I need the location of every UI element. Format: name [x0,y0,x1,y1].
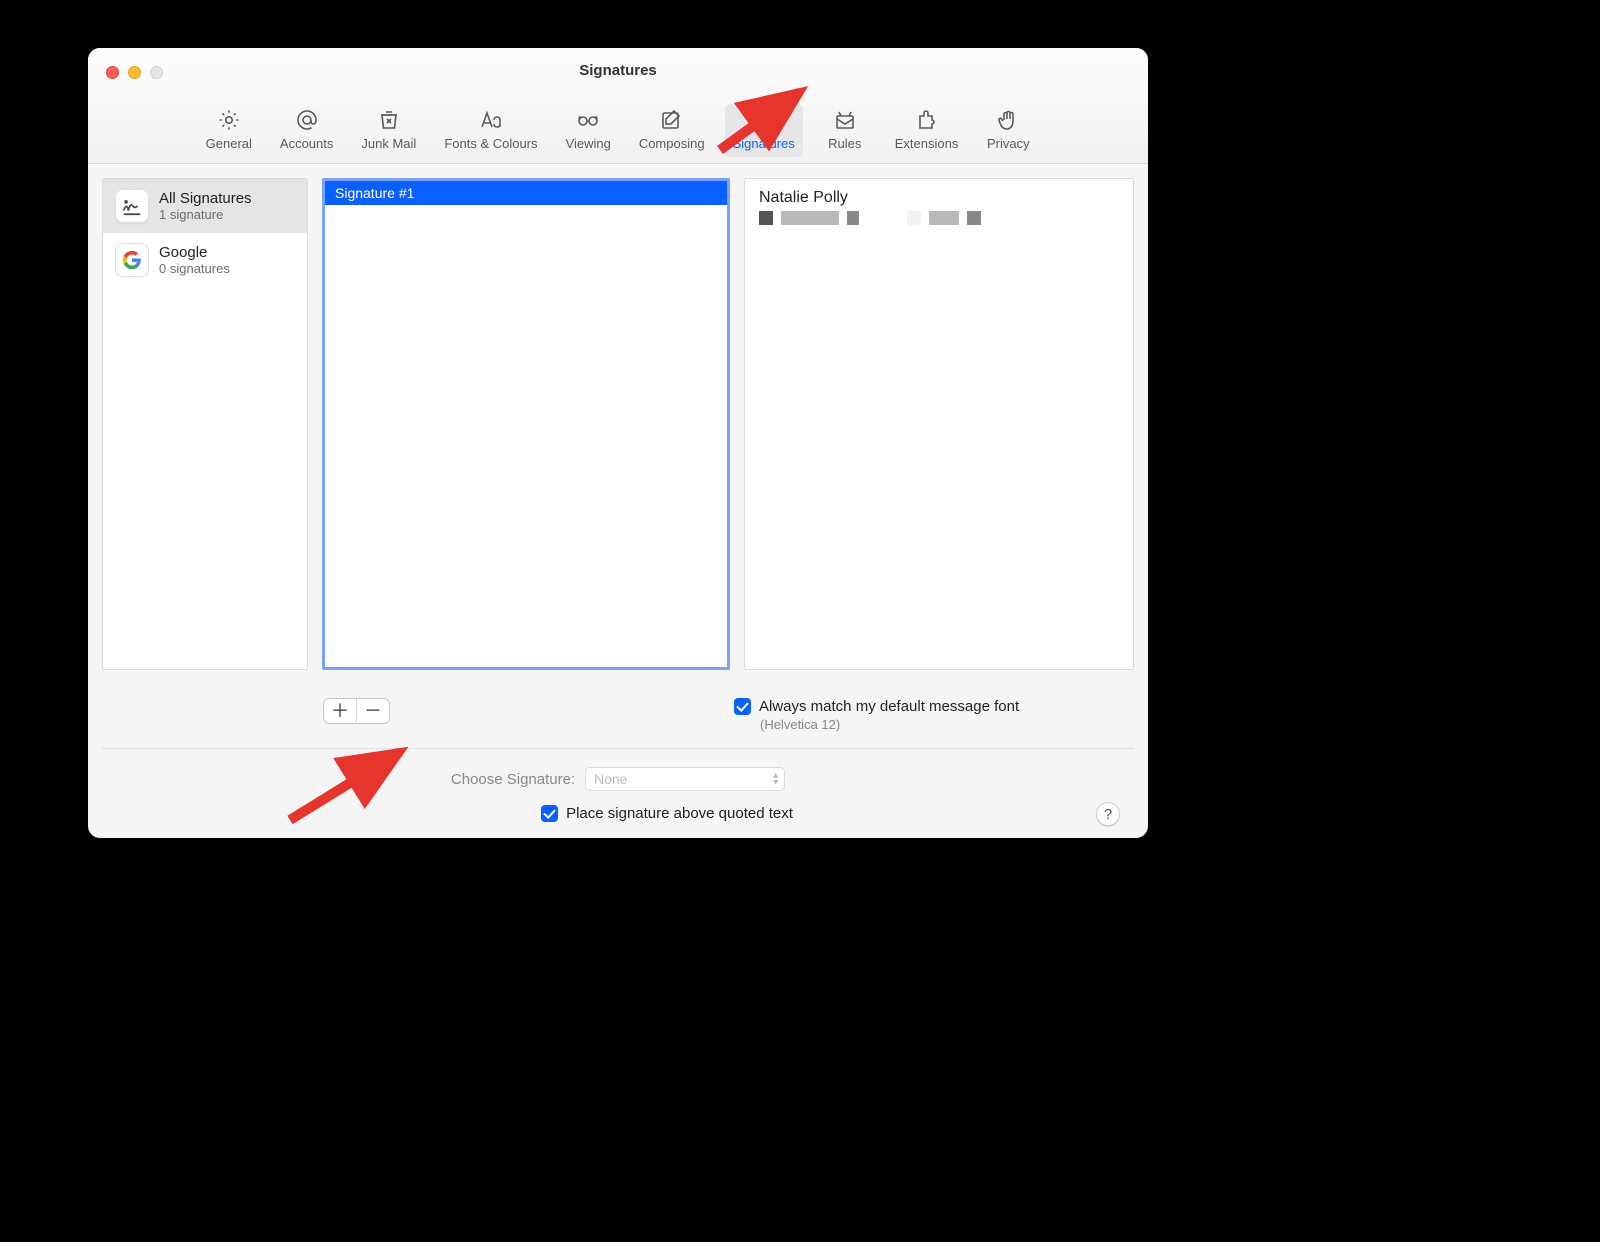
minimize-button[interactable] [128,66,141,79]
tab-junk[interactable]: Junk Mail [353,104,424,157]
at-icon [293,108,321,132]
footer: Choose Signature: None ▴▾ Place signatur… [102,748,1134,838]
zoom-button[interactable] [150,66,163,79]
choose-signature-label: Choose Signature: [451,771,575,788]
account-row-all[interactable]: All Signatures 1 signature [103,179,307,233]
titlebar: Signatures General Accounts Junk Mail Fo… [88,48,1148,164]
signature-icon [750,108,778,132]
signatures-list[interactable]: Signature #1 [322,178,730,670]
rules-icon [831,108,859,132]
match-font-label: Always match my default message font [759,698,1019,715]
place-above-checkbox[interactable] [541,805,558,822]
add-signature-button[interactable]: ＋ [324,699,356,723]
signature-item[interactable]: Signature #1 [325,181,727,205]
accounts-list[interactable]: All Signatures 1 signature Google 0 sign… [102,178,308,670]
close-button[interactable] [106,66,119,79]
below-columns: ＋ － Always match my default message font… [102,690,1134,748]
account-count: 0 signatures [159,261,230,276]
choose-signature-row: Choose Signature: None ▴▾ [116,767,1120,791]
tab-signatures[interactable]: Signatures [725,104,803,157]
signature-preview[interactable]: Natalie Polly [744,178,1134,670]
puzzle-icon [913,108,941,132]
toolbar-tabs: General Accounts Junk Mail Fonts & Colou… [88,104,1148,157]
preview-name: Natalie Polly [759,189,1119,207]
match-font-checkbox[interactable] [734,698,751,715]
tab-composing[interactable]: Composing [631,104,713,157]
account-count: 1 signature [159,207,252,222]
tab-viewing[interactable]: Viewing [558,104,619,157]
tab-fonts[interactable]: Fonts & Colours [436,104,545,157]
hand-icon [994,108,1022,132]
tab-general[interactable]: General [198,104,260,157]
font-icon [477,108,505,132]
tab-privacy[interactable]: Privacy [978,104,1038,157]
tab-extensions[interactable]: Extensions [887,104,967,157]
help-button[interactable]: ? [1096,802,1120,826]
choose-signature-select[interactable]: None ▴▾ [585,767,785,791]
google-icon [115,243,149,277]
glasses-icon [574,108,602,132]
preview-redacted-line [759,211,1119,225]
account-name: All Signatures [159,190,252,207]
place-above-label: Place signature above quoted text [566,805,793,822]
match-font-sub: (Helvetica 12) [760,717,1124,732]
preferences-window: Signatures General Accounts Junk Mail Fo… [88,48,1148,838]
choose-signature-value: None [594,771,627,787]
columns: All Signatures 1 signature Google 0 sign… [102,178,1134,690]
signature-name: Signature #1 [335,185,414,201]
match-font-row[interactable]: Always match my default message font [734,698,1124,715]
window-title: Signatures [88,48,1148,79]
place-above-row[interactable]: Place signature above quoted text [214,805,1120,822]
remove-signature-button[interactable]: － [357,699,389,723]
signature-icon [115,189,149,223]
content-area: All Signatures 1 signature Google 0 sign… [88,164,1148,838]
account-name: Google [159,244,230,261]
account-row-google[interactable]: Google 0 signatures [103,233,307,287]
tab-accounts[interactable]: Accounts [272,104,341,157]
chevron-updown-icon: ▴▾ [773,772,778,786]
trash-icon [375,108,403,132]
compose-icon [658,108,686,132]
window-controls [106,66,163,79]
tab-rules[interactable]: Rules [815,104,875,157]
gear-icon [215,108,243,132]
add-remove-group: ＋ － [323,698,390,724]
